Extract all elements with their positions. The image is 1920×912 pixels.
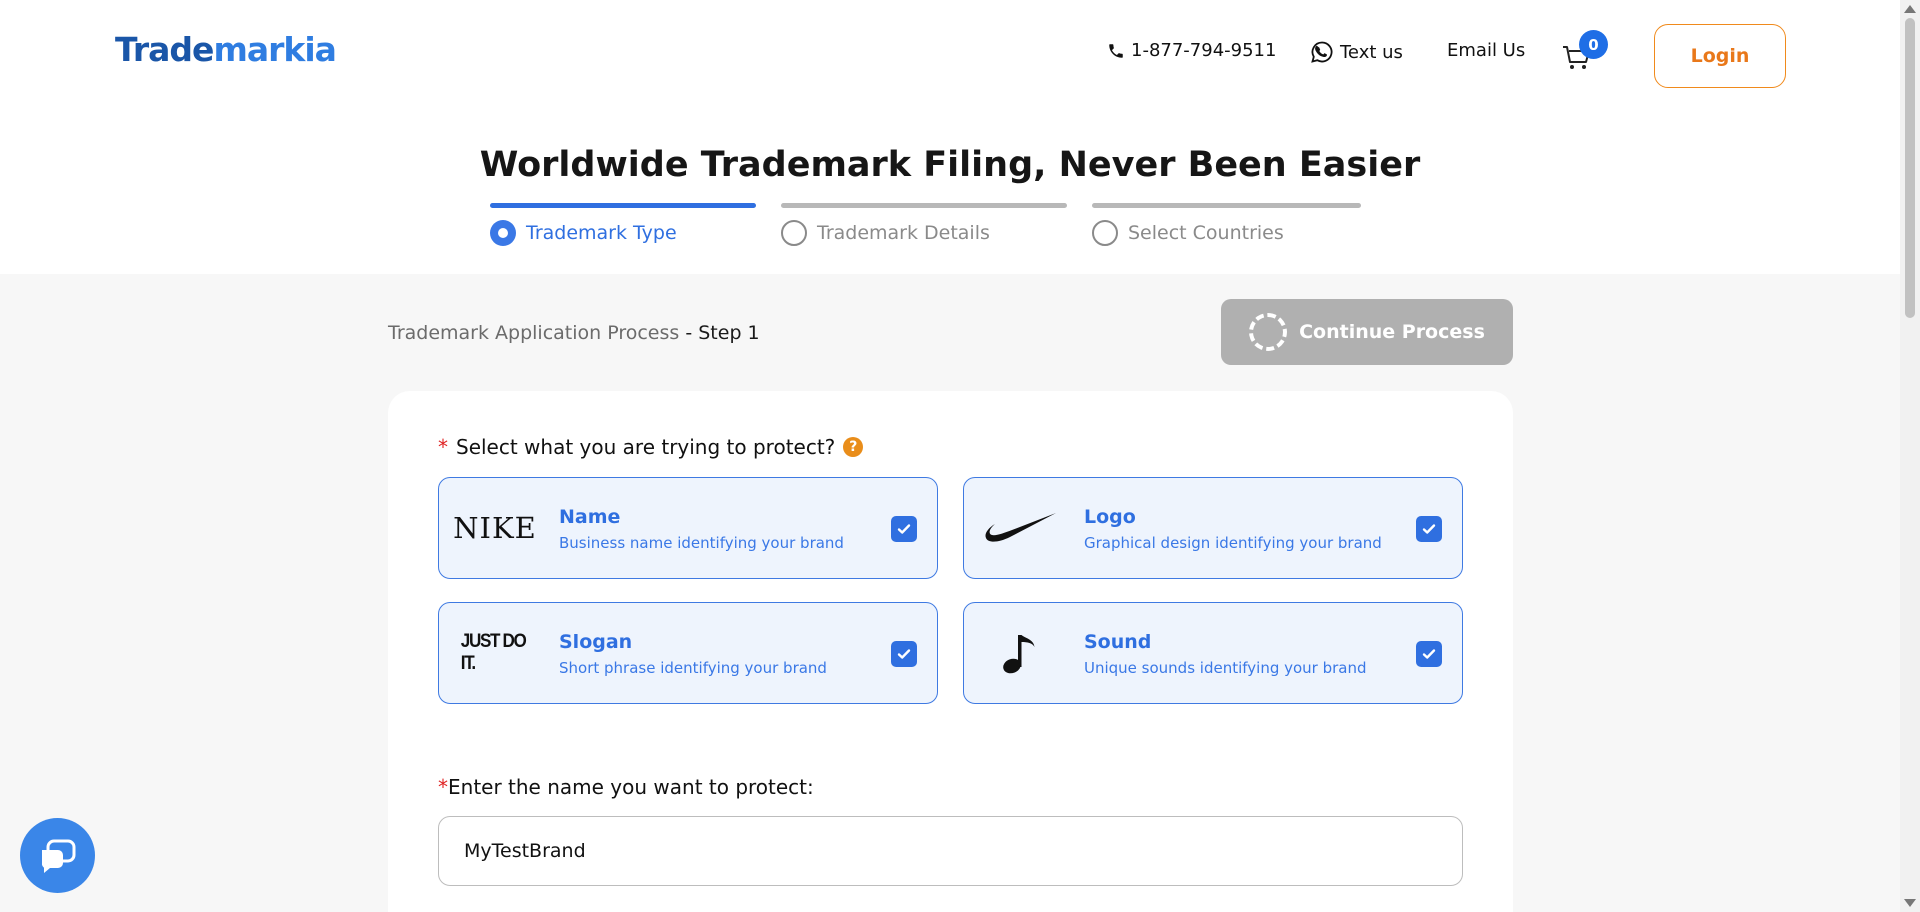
name-label-text: Enter the name you want to protect:	[448, 775, 814, 799]
page-scrollbar[interactable]	[1900, 0, 1920, 912]
step-select-countries[interactable]: Select Countries	[1092, 203, 1361, 246]
option-title: Sound	[1084, 631, 1152, 653]
checkmark-icon	[897, 649, 911, 659]
required-asterisk: *	[438, 775, 448, 799]
step-radio	[781, 220, 807, 246]
whatsapp-icon	[1311, 41, 1333, 63]
scrollbar-thumb[interactable]	[1905, 18, 1915, 318]
text-us-label: Text us	[1340, 41, 1403, 63]
option-name[interactable]: NIKE Name Business name identifying your…	[438, 477, 938, 579]
checkmark-icon	[1422, 524, 1436, 534]
trademark-name-input[interactable]	[438, 816, 1463, 886]
step-trademark-details[interactable]: Trademark Details	[781, 203, 1067, 246]
header: Trademarkia 1-877-794-9511 Text us Email…	[0, 0, 1900, 274]
cart-count-badge: 0	[1579, 30, 1608, 59]
step-label: Trademark Details	[817, 222, 990, 244]
phone-icon	[1109, 43, 1123, 58]
step-label: Trademark Type	[526, 222, 677, 244]
music-note-icon	[982, 629, 1058, 677]
step-indicator: - Step 1	[679, 322, 760, 344]
option-checkbox[interactable]	[1416, 516, 1442, 542]
just-do-it-image: JUST DO IT.	[457, 629, 533, 677]
login-button[interactable]: Login	[1654, 24, 1786, 88]
trademarkia-logo[interactable]: Trademarkia	[115, 30, 337, 69]
step-label: Select Countries	[1128, 222, 1284, 244]
page-title: Worldwide Trademark Filing, Never Been E…	[479, 145, 1421, 185]
phone-number: 1-877-794-9511	[1131, 40, 1277, 61]
chat-widget-button[interactable]	[20, 818, 95, 893]
step-progress-bar	[781, 203, 1067, 208]
step-radio-active	[490, 220, 516, 246]
swoosh-logo-icon	[982, 504, 1058, 552]
continue-label: Continue Process	[1299, 321, 1485, 343]
text-us-link[interactable]: Text us	[1310, 40, 1403, 64]
option-title: Name	[559, 506, 621, 528]
option-description: Unique sounds identifying your brand	[1084, 659, 1367, 677]
logo-text-part2: markia	[213, 30, 336, 69]
option-checkbox[interactable]	[891, 641, 917, 667]
option-description: Business name identifying your brand	[559, 534, 844, 552]
step-progress-bar	[1092, 203, 1361, 208]
option-description: Short phrase identifying your brand	[559, 659, 827, 677]
breadcrumb-text: Trademark Application Process	[388, 322, 680, 344]
scroll-up-arrow-icon[interactable]	[1904, 5, 1916, 13]
step-radio	[1092, 220, 1118, 246]
phone-link[interactable]: 1-877-794-9511	[1107, 40, 1276, 61]
nike-wordmark-image: NIKE	[453, 504, 536, 552]
option-logo[interactable]: Logo Graphical design identifying your b…	[963, 477, 1463, 579]
question-text: Select what you are trying to protect?	[456, 435, 836, 459]
trademark-type-card: * Select what you are trying to protect?…	[388, 391, 1513, 912]
email-us-link[interactable]: Email Us	[1447, 40, 1525, 61]
continue-process-button[interactable]: Continue Process	[1221, 299, 1513, 365]
protect-question: * Select what you are trying to protect?…	[438, 435, 864, 459]
help-icon[interactable]: ?	[843, 437, 864, 457]
scroll-down-arrow-icon[interactable]	[1904, 899, 1916, 907]
logo-text-part1: Trade	[115, 30, 214, 69]
process-breadcrumb: Trademark Application Process - Step 1	[388, 322, 760, 344]
option-sound[interactable]: Sound Unique sounds identifying your bra…	[963, 602, 1463, 704]
option-title: Slogan	[559, 631, 633, 653]
option-slogan[interactable]: JUST DO IT. Slogan Short phrase identify…	[438, 602, 938, 704]
option-description: Graphical design identifying your brand	[1084, 534, 1382, 552]
checkmark-icon	[897, 524, 911, 534]
name-field-label: *Enter the name you want to protect:	[438, 775, 814, 799]
option-checkbox[interactable]	[891, 516, 917, 542]
option-title: Logo	[1084, 506, 1136, 528]
chat-bubble-icon	[41, 839, 75, 873]
step-progress-bar	[490, 203, 756, 208]
checkmark-icon	[1422, 649, 1436, 659]
option-checkbox[interactable]	[1416, 641, 1442, 667]
required-asterisk: *	[438, 435, 448, 459]
nike-wordmark-text: NIKE	[453, 511, 537, 545]
loading-spinner-icon	[1249, 313, 1288, 351]
slogan-wordmark-text: JUST DO IT.	[460, 631, 527, 674]
email-us-label: Email Us	[1447, 40, 1526, 61]
step-trademark-type[interactable]: Trademark Type	[490, 203, 756, 246]
